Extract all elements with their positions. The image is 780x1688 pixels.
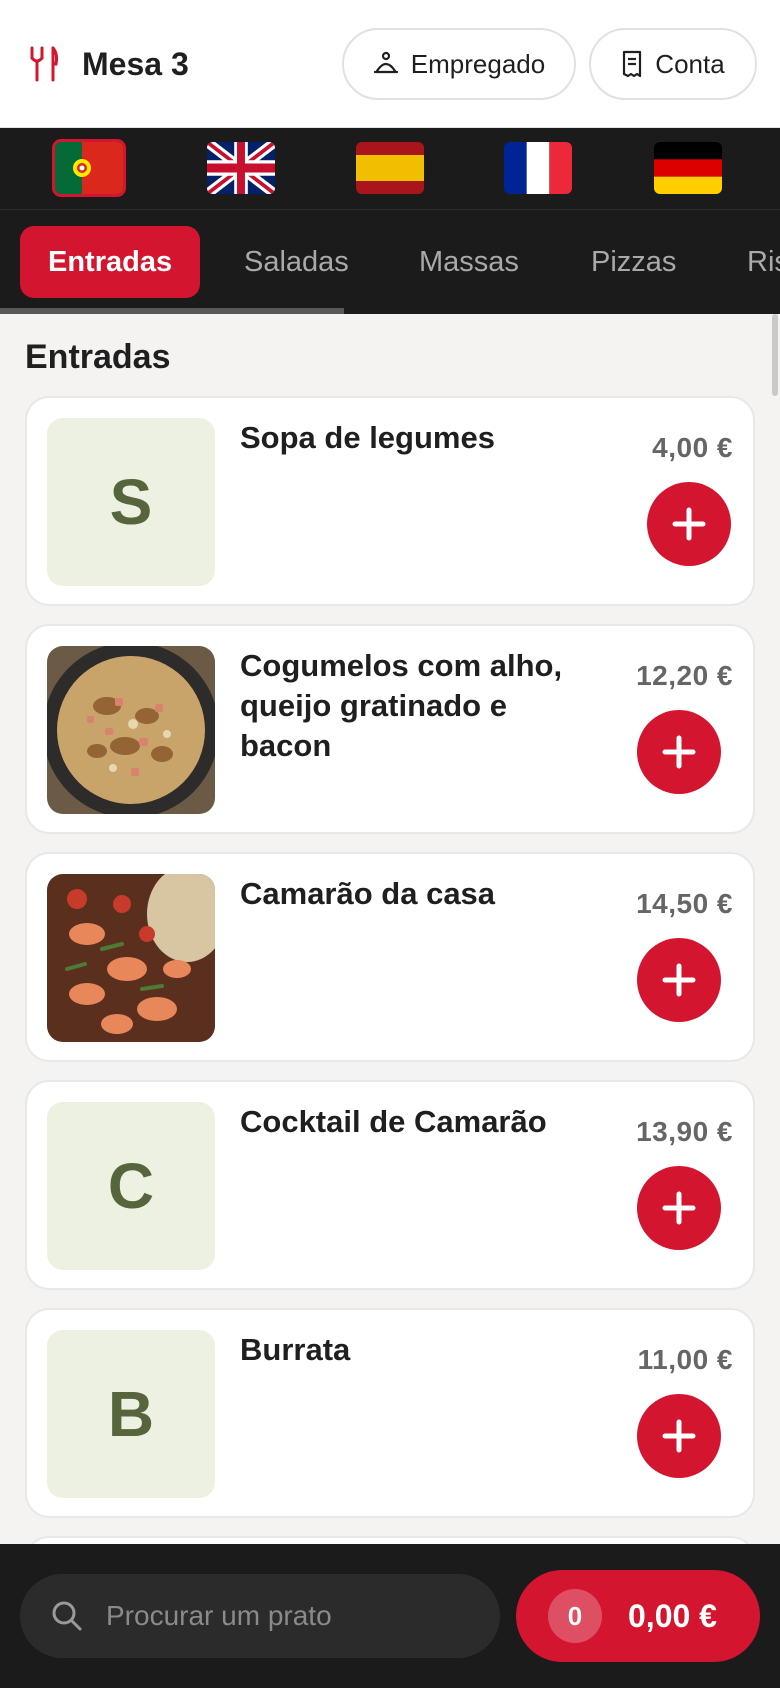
section-title: Entradas [25,338,171,376]
flag-uk-button[interactable] [207,142,275,194]
search-box[interactable] [20,1574,500,1658]
add-dish-button[interactable] [637,710,721,794]
plus-icon [662,735,696,769]
bill-button[interactable]: Conta [589,28,757,100]
add-dish-button[interactable] [637,1166,721,1250]
dish-placeholder-thumb: C [47,1102,215,1270]
dish-name: Sopa de legumes [240,420,495,455]
dish-name: Cocktail de Camarão [240,1104,547,1139]
dish-photo [47,874,215,1042]
tab-ris[interactable]: Ris [747,226,780,298]
search-icon [52,1601,82,1631]
call-waiter-button[interactable]: Empregado [342,28,576,100]
plus-icon [662,1419,696,1453]
add-dish-button[interactable] [637,938,721,1022]
page-scrollbar[interactable] [772,314,778,396]
dish-price: 14,50 € [636,888,733,919]
dish-price: 4,00 € [652,432,733,463]
cart-count-badge: 0 [548,1589,602,1643]
flag-france-button[interactable] [504,142,572,194]
flag-portugal-button[interactable] [52,139,126,197]
receipt-icon [623,50,642,78]
dish-name: Camarão da casa [240,876,496,911]
dish-photo [47,646,215,814]
cart-button[interactable]: 0 0,00 € [516,1570,760,1662]
dish-card[interactable] [25,1536,755,1544]
menu-list[interactable]: Entradas S Sopa de legumes 4,00 € Cogume… [0,314,780,1544]
dish-card[interactable]: C Cocktail de Camarão 13,90 € [25,1080,755,1290]
cart-total: 0,00 € [628,1597,717,1634]
category-tabs: Entradas Saladas Massas Pizzas Ris [0,210,780,314]
mushroom-dish-image [47,646,215,814]
plus-icon [672,507,706,541]
spain-flag-icon [356,142,424,194]
search-input[interactable] [106,1600,486,1632]
uk-flag-icon [207,142,275,194]
shrimp-dish-image [47,874,215,1042]
dish-name: Burrata [240,1332,351,1367]
flag-spain-button[interactable] [356,142,424,194]
bill-label: Conta [655,48,725,79]
tab-pizzas[interactable]: Pizzas [591,226,676,298]
dish-card[interactable]: S Sopa de legumes 4,00 € [25,396,755,606]
tab-entradas[interactable]: Entradas [20,226,201,298]
dish-price: 12,20 € [636,660,733,691]
dish-card[interactable]: Camarão da casa 14,50 € [25,852,755,1062]
france-flag-icon [504,142,572,194]
portugal-flag-icon [55,142,123,194]
top-bar: Mesa 3 Empregado Conta [0,0,780,128]
page-title: Mesa 3 [82,46,189,82]
utensils-icon [30,46,59,82]
plus-icon [662,963,696,997]
add-dish-button[interactable] [637,1394,721,1478]
dish-card[interactable]: Cogumelos com alho, queijo gratinado e b… [25,624,755,834]
dish-placeholder-thumb: S [47,418,215,586]
dish-price: 13,90 € [636,1116,733,1147]
add-dish-button[interactable] [647,482,731,566]
dish-card[interactable]: B Burrata 11,00 € [25,1308,755,1518]
germany-flag-icon [654,142,722,194]
call-waiter-label: Empregado [410,48,546,79]
dish-price: 11,00 € [637,1344,733,1375]
tab-saladas[interactable]: Saladas [244,226,349,298]
flag-germany-button[interactable] [654,142,722,194]
language-bar [0,128,780,210]
waiter-bell-icon [373,51,398,74]
plus-icon [662,1191,696,1225]
dish-placeholder-thumb: B [47,1330,215,1498]
dish-name: Cogumelos com alho, queijo gratinado e b… [240,648,563,763]
tab-massas[interactable]: Massas [419,226,519,298]
bottom-bar: 0 0,00 € [0,1544,780,1688]
